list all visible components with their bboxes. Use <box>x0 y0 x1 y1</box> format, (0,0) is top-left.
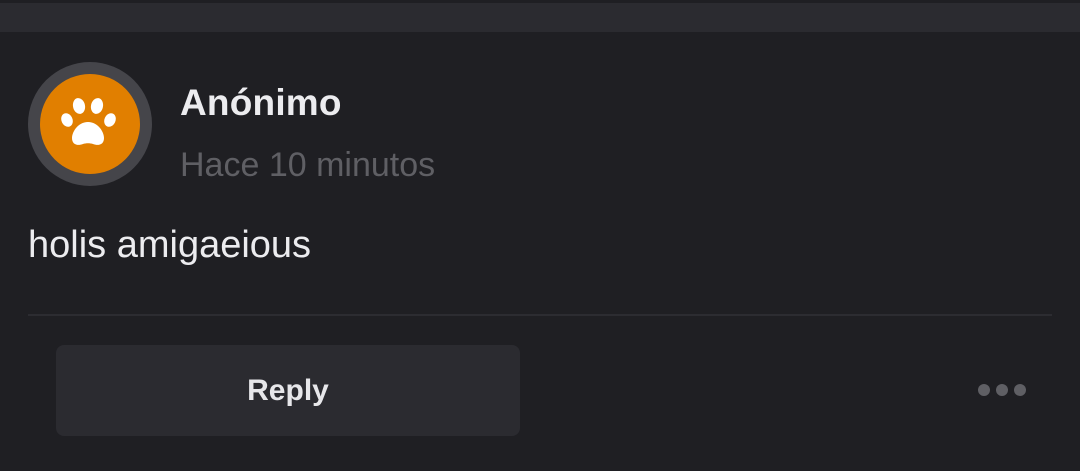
avatar-circle <box>40 74 140 174</box>
more-options-icon[interactable] <box>972 378 1032 402</box>
avatar[interactable] <box>28 62 152 186</box>
more-dot <box>978 384 990 396</box>
author-name[interactable]: Anónimo <box>180 82 342 124</box>
more-dot <box>1014 384 1026 396</box>
comment-timestamp: Hace 10 minutos <box>180 146 436 184</box>
comment-card: Anónimo Hace 10 minutos holis amigaeious… <box>0 32 1080 471</box>
top-divider-strip <box>0 0 1080 32</box>
more-dot <box>996 384 1008 396</box>
reply-button[interactable]: Reply <box>56 345 520 436</box>
paw-icon <box>60 96 120 152</box>
comment-text: holis amigaeious <box>28 224 312 266</box>
divider <box>28 314 1052 316</box>
